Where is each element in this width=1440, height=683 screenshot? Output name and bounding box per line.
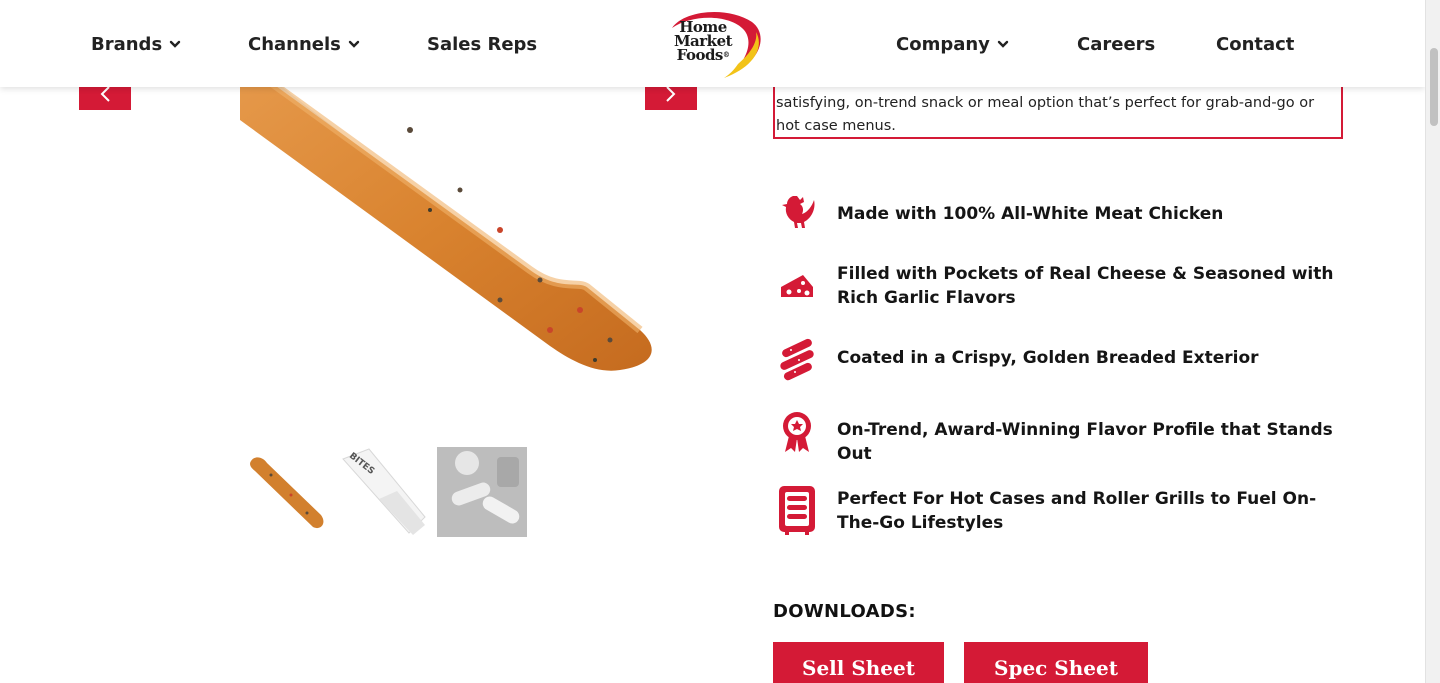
logo-line-foods-text: Foods — [676, 46, 724, 64]
feature-text: Coated in a Crispy, Golden Breaded Exter… — [837, 348, 1259, 368]
sell-sheet-button[interactable]: Sell Sheet — [773, 642, 944, 683]
nav-channels-label: Channels — [248, 33, 341, 55]
logo-wordmark: Home Market Foods® — [658, 20, 748, 64]
nav-company-label: Company — [896, 33, 990, 55]
award-ribbon-icon — [783, 412, 811, 452]
nav-careers-label: Careers — [1077, 33, 1156, 55]
thumbnail-serving-image — [437, 447, 527, 537]
feature-item: Perfect For Hot Cases and Roller Grills … — [775, 486, 1355, 538]
scrollbar-thumb[interactable] — [1430, 48, 1438, 126]
feature-text: On-Trend, Award-Winning Flavor Profile t… — [837, 420, 1333, 464]
breadsticks-icon — [780, 338, 814, 381]
nav-company[interactable]: Company — [896, 31, 1009, 57]
feature-item: Coated in a Crispy, Golden Breaded Exter… — [775, 338, 1355, 386]
spec-sheet-button[interactable]: Spec Sheet — [964, 642, 1148, 683]
nav-careers[interactable]: Careers — [1077, 31, 1155, 57]
thumbnail-packaging[interactable]: BITES — [339, 447, 429, 537]
registered-mark: ® — [722, 50, 730, 59]
hot-case-icon — [779, 486, 815, 535]
downloads-title: DOWNLOADS: — [773, 601, 916, 622]
chevron-down-icon — [997, 40, 1009, 48]
feature-item: Filled with Pockets of Real Cheese & Sea… — [775, 264, 1355, 313]
nav-contact-label: Contact — [1216, 33, 1295, 55]
page-scrollbar[interactable] — [1425, 0, 1440, 683]
page: Brands Channels Sales Reps Home Market F… — [0, 0, 1440, 683]
nav-brands-label: Brands — [91, 33, 163, 55]
thumbnail-serving[interactable] — [437, 447, 527, 537]
chevron-down-icon — [169, 40, 181, 48]
home-market-foods-logo[interactable]: Home Market Foods® — [658, 8, 768, 80]
nav-sales-reps-label: Sales Reps — [427, 33, 538, 55]
feature-text: Made with 100% All-White Meat Chicken — [837, 204, 1224, 224]
chevron-down-icon — [348, 40, 360, 48]
logo-line-foods: Foods® — [658, 46, 748, 64]
nav-channels[interactable]: Channels — [248, 31, 360, 57]
thumbnail-product-image — [250, 457, 324, 529]
thumbnail-product[interactable] — [241, 447, 331, 537]
nav-brands[interactable]: Brands — [91, 31, 181, 57]
nav-sales-reps[interactable]: Sales Reps — [427, 31, 537, 57]
feature-text: Filled with Pockets of Real Cheese & Sea… — [837, 264, 1334, 308]
cheese-icon — [781, 275, 813, 297]
feature-item: Made with 100% All-White Meat Chicken — [775, 192, 1355, 240]
sell-sheet-label: Sell Sheet — [802, 656, 915, 680]
spec-sheet-label: Spec Sheet — [994, 656, 1118, 680]
chicken-icon — [782, 196, 815, 228]
feature-item: On-Trend, Award-Winning Flavor Profile t… — [775, 410, 1355, 464]
site-header: Brands Channels Sales Reps Home Market F… — [0, 0, 1425, 87]
product-description-text: satisfying, on-trend snack or meal optio… — [776, 95, 1315, 134]
nav-contact[interactable]: Contact — [1216, 31, 1294, 57]
feature-text: Perfect For Hot Cases and Roller Grills … — [837, 489, 1317, 533]
